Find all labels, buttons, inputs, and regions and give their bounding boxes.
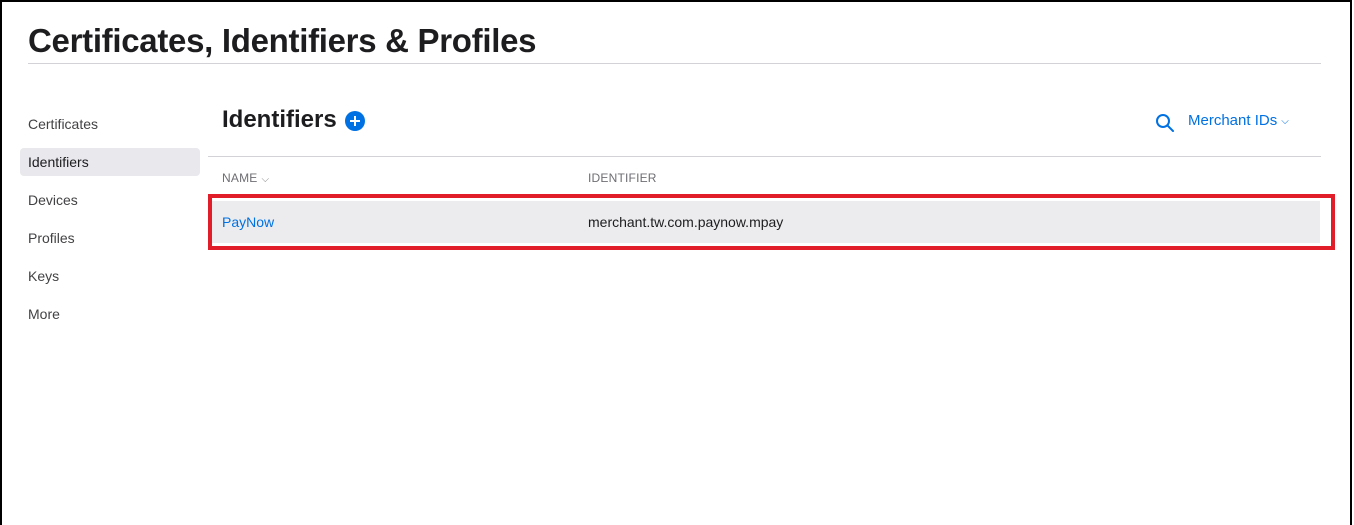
search-icon[interactable] [1155,113,1175,133]
sidebar-item-more[interactable]: More [20,300,200,328]
table-divider [208,156,1321,157]
sidebar: Certificates Identifiers Devices Profile… [20,110,200,338]
column-header-label: IDENTIFIER [588,171,657,185]
table-row[interactable]: PayNow merchant.tw.com.paynow.mpay [210,201,1320,243]
column-header-name[interactable]: NAME ⌵ [222,171,269,185]
window-frame [0,0,1352,525]
filter-dropdown[interactable]: Merchant IDs ⌵ [1188,112,1289,129]
page-title: Certificates, Identifiers & Profiles [28,22,537,59]
plus-circle-icon[interactable] [344,111,365,131]
chevron-down-icon: ⌵ [1281,116,1289,127]
sidebar-item-profiles[interactable]: Profiles [20,224,200,252]
sidebar-item-certificates[interactable]: Certificates [20,110,200,138]
identifier-value: merchant.tw.com.paynow.mpay [588,214,784,230]
section-header: Identifiers [222,106,365,134]
sidebar-item-identifiers[interactable]: Identifiers [20,148,200,176]
identifier-name-link[interactable]: PayNow [222,214,274,230]
divider [28,63,1321,64]
chevron-down-icon: ⌵ [261,173,270,185]
column-header-label: NAME [222,171,258,185]
sidebar-item-keys[interactable]: Keys [20,262,200,290]
filter-label: Merchant IDs [1188,112,1278,129]
column-header-identifier: IDENTIFIER [588,171,657,185]
sidebar-item-devices[interactable]: Devices [20,186,200,214]
section-title: Identifiers [222,106,337,133]
